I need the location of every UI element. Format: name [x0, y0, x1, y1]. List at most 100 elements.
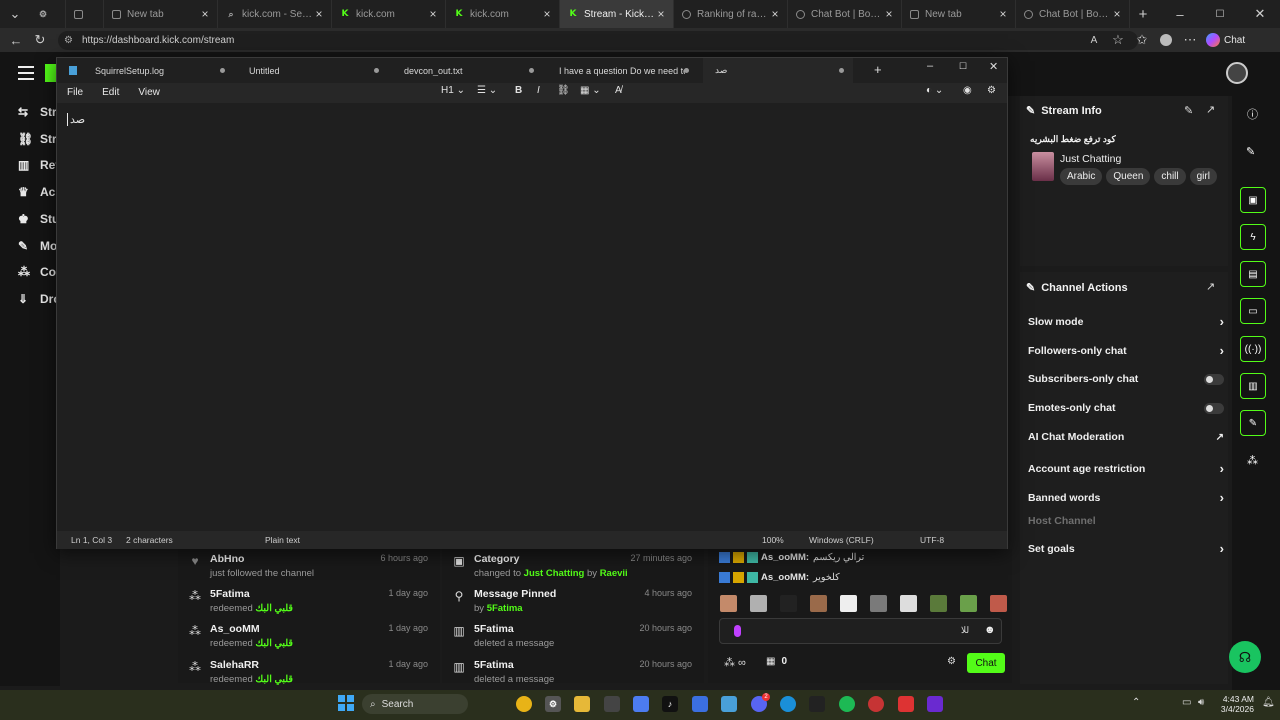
chat-username[interactable]: As_ooMM: [761, 552, 809, 563]
sidebar-item[interactable]: ⇓ Dro [18, 292, 61, 306]
browser-tab[interactable]: Kkick.com × [446, 0, 560, 28]
notepad-tab[interactable]: SquirrelSetup.log [69, 58, 233, 83]
notepad-settings-gear-icon[interactable]: ⚙ [987, 85, 996, 96]
app-red-icon[interactable] [868, 696, 884, 712]
bold-icon[interactable]: B [515, 85, 522, 96]
stream-tag[interactable]: Arabic [1060, 168, 1103, 185]
tab-actions-icon[interactable]: ⌄ [0, 2, 30, 26]
favorite-star-icon[interactable]: ☆ [1106, 28, 1130, 52]
encoding[interactable]: UTF-8 [920, 535, 944, 545]
clock[interactable]: 4:43 AM 3/4/2026 [1218, 694, 1254, 714]
steam-icon[interactable] [809, 696, 825, 712]
close-tab-icon[interactable]: × [199, 7, 211, 21]
notepad-close-icon[interactable]: ✕ [989, 60, 998, 73]
pencil-icon[interactable]: ✎ [1246, 145, 1255, 158]
feed-item-by-user[interactable]: Raevii [600, 568, 628, 579]
browser-tab[interactable]: K Stream - Kick Dashbo× [560, 0, 674, 28]
maximize-window-icon[interactable]: ☐ [1200, 2, 1240, 26]
emote-icon[interactable] [990, 595, 1007, 612]
channel-action-7[interactable]: Host Channel [1028, 515, 1224, 527]
list-dropdown-icon[interactable]: ☰ ⌄ [477, 85, 497, 96]
close-window-icon[interactable]: ✕ [1240, 2, 1280, 26]
emote-icon[interactable] [750, 595, 767, 612]
channel-action-4[interactable]: AI Chat Moderation ↗ [1028, 431, 1224, 443]
copilot-taskbar-icon[interactable] [633, 696, 649, 712]
chat-infinity-control[interactable]: ⁂ ∞ [724, 656, 746, 670]
notepad-tab[interactable]: I have a question Do we need to kr [547, 58, 697, 83]
site-info-icon[interactable]: ⚙ [64, 35, 76, 46]
account-icon[interactable]: ◉ [963, 85, 972, 96]
feed-item-highlight[interactable]: قلبي البك [255, 674, 293, 685]
poll-label[interactable]: للا [961, 625, 969, 636]
unsaved-dot-icon[interactable] [684, 68, 689, 73]
feed-item-highlight[interactable]: Just Chatting [524, 568, 585, 579]
help-headset-icon[interactable]: ☊ [1229, 641, 1261, 673]
info-icon[interactable]: ⓘ [1247, 106, 1258, 122]
channel-action-6[interactable]: Banned words › [1028, 490, 1224, 505]
stream-tag[interactable]: girl [1189, 168, 1217, 185]
browser-tab[interactable]: ⚙ [30, 0, 66, 28]
file-format[interactable]: Plain text [265, 535, 300, 545]
sidebar-item[interactable]: ✎ Mo [18, 239, 57, 253]
copilot-chat-button[interactable]: Chat [1206, 33, 1245, 47]
browser-tab[interactable]: New tab × [902, 0, 1016, 28]
emote-icon[interactable] [840, 595, 857, 612]
show-hidden-icons-icon[interactable]: ⌃ [1132, 697, 1140, 708]
emote-icon[interactable] [900, 595, 917, 612]
notepad-tab[interactable]: Untitled [237, 58, 387, 83]
spotify-icon[interactable] [839, 696, 855, 712]
channel-action-0[interactable]: Slow mode › [1028, 314, 1224, 329]
store-icon[interactable] [604, 696, 620, 712]
feed-item-highlight[interactable]: 5Fatima [487, 603, 523, 614]
channel-action-5[interactable]: Account age restriction › [1028, 461, 1224, 476]
refresh-icon[interactable]: ↻ [28, 28, 52, 52]
channel-action-3[interactable]: Emotes-only chat [1028, 402, 1224, 414]
link-icon[interactable]: ⛓ [557, 85, 570, 96]
file-explorer-icon[interactable] [574, 696, 590, 712]
emote-icon[interactable] [930, 595, 947, 612]
toggle-switch[interactable] [1204, 373, 1224, 385]
notepad-minimize-icon[interactable]: – [927, 60, 933, 72]
taskbar-search[interactable]: ⌕ Search [362, 694, 468, 714]
emote-icon[interactable] [870, 595, 887, 612]
back-arrow-icon[interactable]: ← [4, 28, 28, 52]
channel-action-2[interactable]: Subscribers-only chat [1028, 373, 1224, 385]
zoom-level[interactable]: 100% [762, 535, 784, 545]
clear-formatting-icon[interactable]: A̸ [615, 85, 622, 96]
hamburger-menu-icon[interactable] [18, 66, 34, 80]
browser-tab[interactable]: Ranking of raevii | Bo× [674, 0, 788, 28]
favorites-icon[interactable]: ✩ [1130, 28, 1154, 52]
send-chat-button[interactable]: Chat [967, 653, 1005, 673]
volume-icon[interactable]: 🔊︎ [1198, 697, 1204, 708]
rail-chat-icon[interactable]: ▭ [1240, 298, 1266, 324]
minimize-window-icon[interactable]: – [1160, 2, 1200, 26]
notepad-maximize-icon[interactable]: ☐ [959, 61, 967, 72]
settings-app-icon[interactable]: ⚙ [545, 696, 561, 712]
edit-stream-info-icon[interactable]: ✎ [1184, 104, 1193, 117]
chat-settings-gear-icon[interactable]: ⚙ [947, 656, 956, 667]
unsaved-dot-icon[interactable] [529, 68, 534, 73]
network-icon[interactable]: ▭ [1182, 697, 1191, 708]
menu-file[interactable]: File [67, 87, 83, 98]
emote-icon[interactable] [810, 595, 827, 612]
copilot-dropdown-icon[interactable]: ◐ ⌄ [926, 85, 943, 96]
stream-tag[interactable]: Queen [1106, 168, 1151, 185]
close-tab-icon[interactable]: × [313, 7, 325, 21]
unsaved-dot-icon[interactable] [839, 68, 844, 73]
channel-action-8[interactable]: Set goals › [1028, 541, 1224, 556]
table-dropdown-icon[interactable]: ▦ ⌄ [580, 85, 601, 96]
close-tab-icon[interactable]: × [427, 7, 439, 21]
read-aloud-icon[interactable]: A [1082, 28, 1106, 52]
toggle-switch[interactable] [1204, 402, 1224, 414]
close-tab-icon[interactable]: × [655, 7, 667, 21]
next-icon[interactable] [927, 696, 943, 712]
notepad-editor[interactable]: صد [57, 103, 1007, 531]
browser-tab[interactable]: Chat Bot | BotRix — × [1016, 0, 1130, 28]
notepad-new-tab-icon[interactable]: + [874, 62, 882, 77]
rail-lightning-icon[interactable]: ϟ [1240, 224, 1266, 250]
notepad-tab[interactable]: devcon_out.txt [392, 58, 542, 83]
close-tab-icon[interactable]: × [883, 7, 895, 21]
feed-item-highlight[interactable]: قلبي البك [255, 603, 293, 614]
tiktok-icon[interactable]: ♪ [662, 696, 678, 712]
windows-start-icon[interactable] [338, 695, 354, 711]
